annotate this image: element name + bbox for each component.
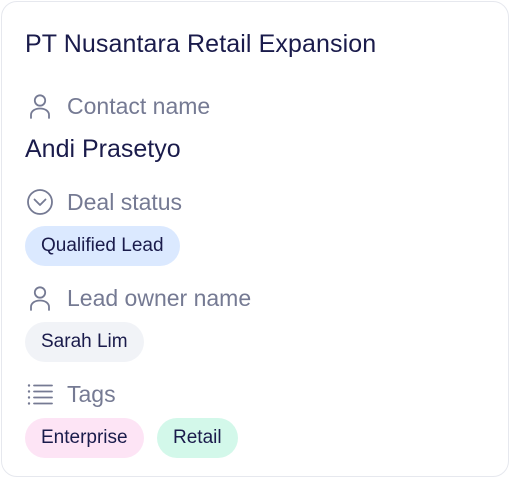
tags-label: Tags [25, 379, 116, 409]
list-icon [25, 379, 55, 409]
chevron-circle-icon [25, 187, 55, 217]
record-card: PT Nusantara Retail Expansion Contact na… [1, 1, 509, 477]
lead-owner-label: Lead owner name [25, 283, 251, 313]
person-icon [25, 283, 55, 313]
tag-chip-enterprise[interactable]: Enterprise [25, 418, 144, 458]
contact-name-label-text: Contact name [67, 92, 211, 119]
record-title: PT Nusantara Retail Expansion [25, 30, 377, 58]
deal-status-label: Deal status [25, 187, 182, 217]
lead-owner-chip[interactable]: Sarah Lim [25, 322, 144, 362]
deal-status-label-text: Deal status [67, 188, 183, 215]
contact-name-label: Contact name [25, 91, 210, 121]
tags-label-text: Tags [67, 380, 116, 407]
lead-owner-label-text: Lead owner name [67, 284, 252, 311]
tag-chip-retail[interactable]: Retail [157, 418, 238, 458]
person-icon [25, 91, 55, 121]
deal-status-chip[interactable]: Qualified Lead [25, 226, 180, 266]
contact-name-value[interactable]: Andi Prasetyo [25, 135, 181, 164]
